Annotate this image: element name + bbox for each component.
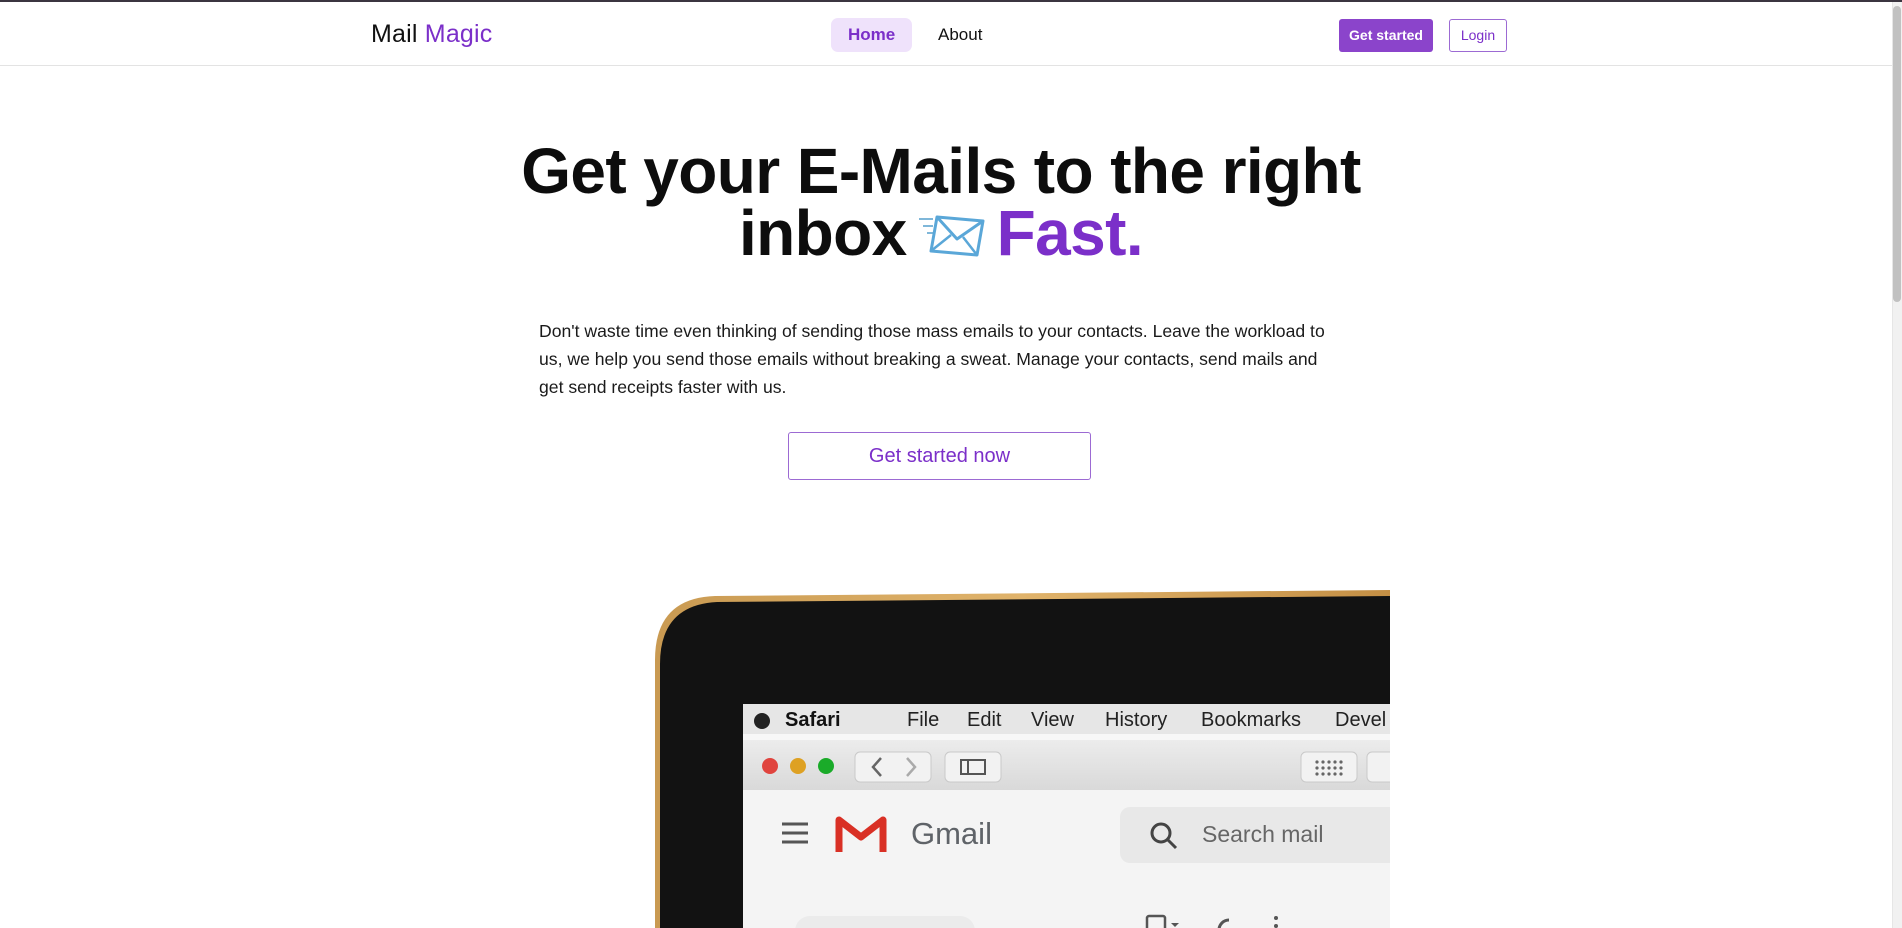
hero-title-line1: Get your E-Mails to the right xyxy=(521,135,1361,207)
photo-menu-safari: Safari xyxy=(785,709,841,731)
brand-main: Mail xyxy=(371,20,418,48)
hero-title-line2: inbox xyxy=(738,197,907,269)
hero-title-accent: Fast. xyxy=(996,197,1144,269)
brand-logo[interactable]: Mail Magic xyxy=(371,20,492,49)
page-scrollbar[interactable] xyxy=(1892,2,1902,928)
nav-about-link[interactable]: About xyxy=(921,18,999,52)
hero-title: Get your E-Mails to the right inbox Fast… xyxy=(0,139,1882,269)
nav-home-link[interactable]: Home xyxy=(831,18,913,52)
get-started-button[interactable]: Get started xyxy=(1339,19,1433,52)
photo-menu-file: File xyxy=(907,709,939,731)
login-button[interactable]: Login xyxy=(1449,19,1507,52)
photo-gmail-label: Gmail xyxy=(911,816,992,851)
incoming-envelope-icon xyxy=(917,206,987,268)
get-started-now-button[interactable]: Get started now xyxy=(788,432,1091,480)
scrollbar-thumb[interactable] xyxy=(1893,6,1901,302)
navbar: Mail Magic Home About Get started Login xyxy=(0,2,1892,66)
hero-description: Don't waste time even thinking of sendin… xyxy=(539,321,1325,397)
photo-menu-bookmarks: Bookmarks xyxy=(1201,709,1301,731)
photo-search-placeholder: Search mail xyxy=(1202,821,1323,847)
photo-menu-history: History xyxy=(1105,709,1167,731)
photo-menu-devel: Devel xyxy=(1335,709,1386,731)
hero-laptop-photo: Safari File Edit View History Bookmarks … xyxy=(655,590,1390,928)
photo-menu-edit: Edit xyxy=(967,709,1002,731)
brand-accent: Magic xyxy=(424,20,493,48)
photo-menu-view: View xyxy=(1031,709,1075,731)
